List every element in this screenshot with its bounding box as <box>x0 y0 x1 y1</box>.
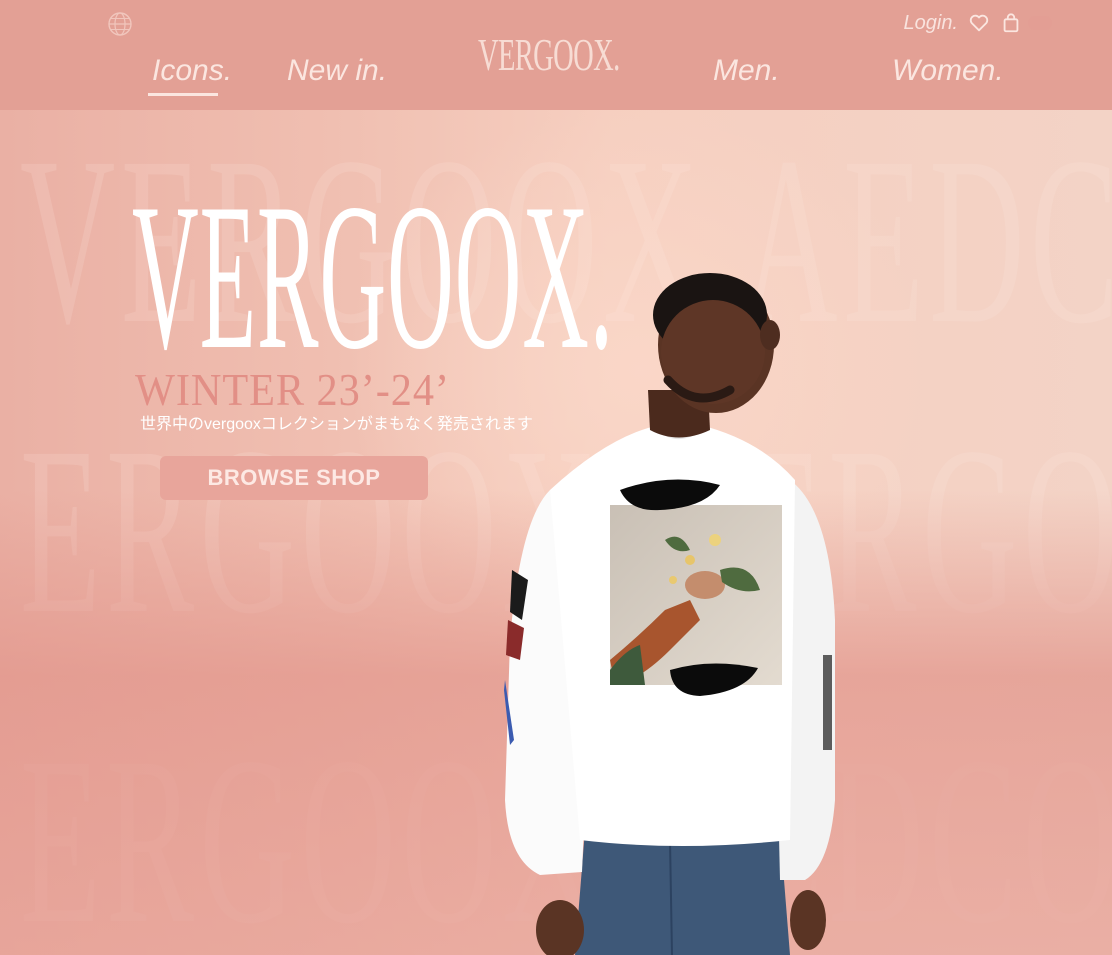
account-actions: Login. <box>904 10 1052 36</box>
hero-subtitle: WINTER 23’-24’ <box>135 364 450 415</box>
bag-icon[interactable] <box>1000 12 1022 34</box>
nav-item-men[interactable]: Men. <box>713 54 780 88</box>
login-link[interactable]: Login. <box>904 12 959 35</box>
main-nav: Icons. New in. Men. Women. <box>0 54 1112 98</box>
hero-section: VERGOOX.AEDCOOX.VERGO ERGOOX.VERGOOX.VER… <box>0 110 1112 955</box>
nav-item-icons[interactable]: Icons. <box>147 54 232 96</box>
heart-icon[interactable] <box>968 12 990 34</box>
nav-item-new-in[interactable]: New in. <box>287 54 387 88</box>
browse-shop-button[interactable]: BROWSE SHOP <box>160 456 428 500</box>
site-header: VERGOOX. Login. Icons. New in. Men. Wome… <box>0 0 1112 110</box>
nav-item-women[interactable]: Women. <box>892 54 1004 88</box>
globe-icon[interactable] <box>107 11 133 37</box>
hero-tagline: 世界中のvergooxコレクションがまもなく発売されます <box>140 416 533 433</box>
hero-title: VERGOOX. <box>132 161 614 393</box>
cart-count-badge[interactable] <box>1028 16 1052 30</box>
